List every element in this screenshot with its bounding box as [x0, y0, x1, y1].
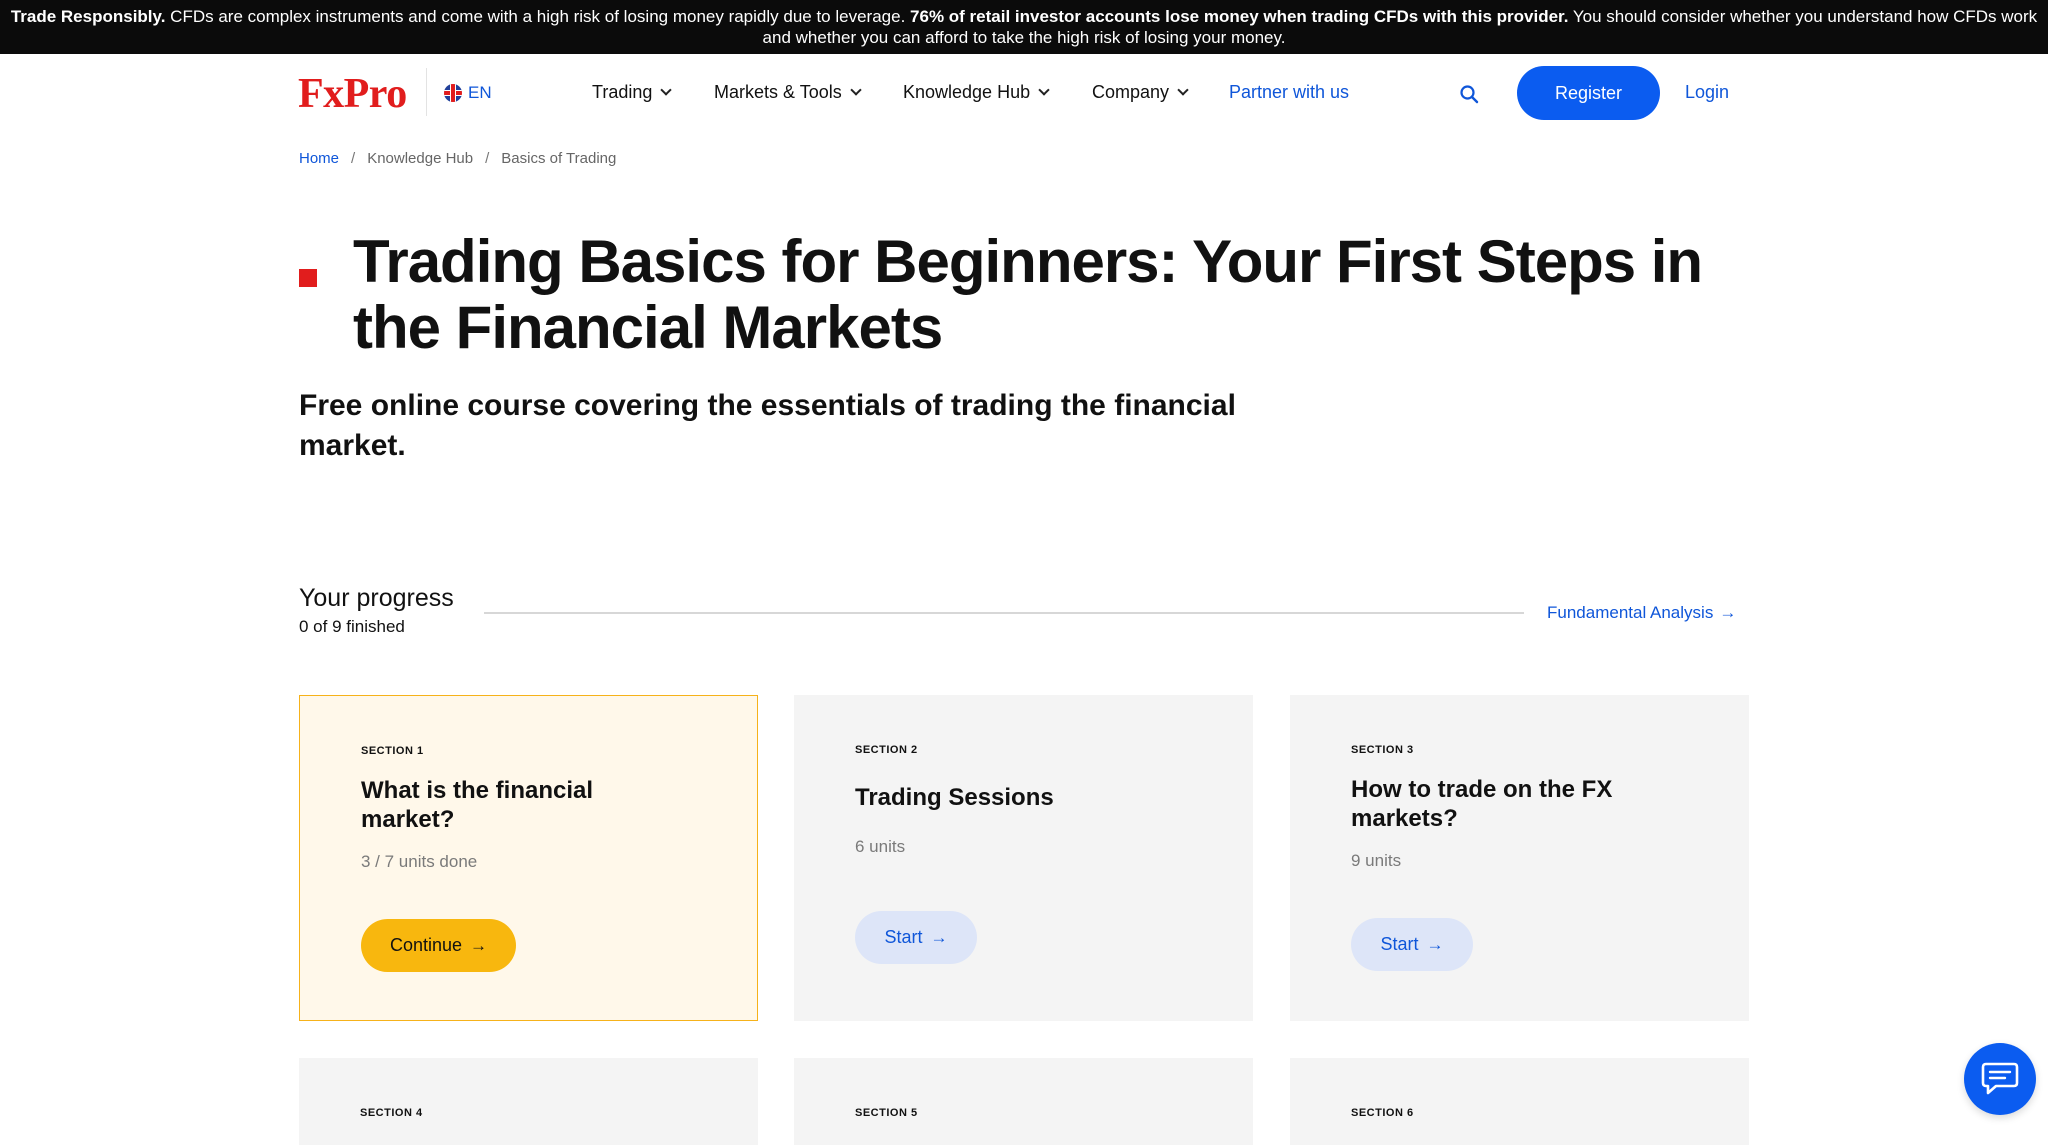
uk-flag-icon	[444, 84, 462, 102]
language-label: EN	[468, 83, 492, 102]
next-course-label: Fundamental Analysis	[1547, 603, 1714, 622]
section-card-4[interactable]: SECTION 4	[299, 1058, 758, 1145]
start-button-label: Start	[1380, 934, 1419, 954]
start-button-label: Start	[884, 927, 923, 947]
search-icon[interactable]	[1459, 84, 1479, 104]
continue-button-label: Continue	[389, 935, 463, 955]
section-label: SECTION 1	[361, 745, 424, 757]
breadcrumb-separator: /	[485, 150, 490, 167]
section-card-6[interactable]: SECTION 6	[1290, 1058, 1749, 1145]
risk-banner-text-1: CFDs are complex instruments and come wi…	[165, 7, 911, 26]
language-selector[interactable]: EN	[444, 83, 492, 103]
section-label: SECTION 3	[1351, 744, 1414, 756]
breadcrumb: Home / Knowledge Hub / Basics of Trading	[299, 150, 616, 167]
section-card-1[interactable]: SECTION 1 What is the financial market? …	[299, 695, 758, 1021]
progress-count: 0 of 9 finished	[299, 617, 405, 636]
chevron-down-icon	[1177, 84, 1189, 96]
logo-divider	[426, 68, 427, 116]
chevron-down-icon	[850, 84, 862, 96]
section-label: SECTION 2	[855, 744, 918, 756]
page-subtitle: Free online course covering the essentia…	[299, 389, 1236, 462]
breadcrumb-separator: /	[351, 150, 356, 167]
chevron-down-icon	[1038, 84, 1050, 96]
section-label: SECTION 4	[360, 1107, 423, 1119]
site-header: FxPro EN Trading Markets & Tools Knowled…	[0, 54, 2048, 130]
section-title: How to trade on the FX markets?	[1351, 776, 1613, 832]
fxpro-logo[interactable]: FxPro	[298, 70, 407, 118]
risk-warning-banner: Trade Responsibly. CFDs are complex inst…	[0, 0, 2048, 54]
section-card-2[interactable]: SECTION 2 Trading Sessions 6 units Start…	[794, 695, 1253, 1021]
page-title: Trading Basics for Beginners: Your First…	[353, 228, 1703, 361]
register-button[interactable]: Register	[1517, 66, 1660, 120]
section-title: Trading Sessions	[855, 784, 1054, 811]
chat-bubble-icon	[1981, 1062, 2019, 1095]
nav-markets-tools-label: Markets & Tools	[714, 82, 842, 102]
arrow-right-icon: →	[1426, 934, 1444, 954]
arrow-right-icon: →	[930, 927, 948, 947]
chevron-down-icon	[660, 84, 673, 96]
arrow-right-icon: →	[470, 935, 488, 955]
start-button[interactable]: Start →	[1351, 918, 1473, 971]
section-units: 3 / 7 units done	[361, 852, 478, 871]
nav-company[interactable]: Company	[1092, 82, 1189, 103]
breadcrumb-current: Basics of Trading	[501, 150, 617, 167]
nav-company-label: Company	[1092, 82, 1170, 102]
section-units: 6 units	[855, 837, 906, 856]
risk-banner-bold-1: Trade Responsibly.	[10, 7, 166, 26]
title-accent-square	[299, 269, 317, 287]
section-units: 9 units	[1351, 851, 1402, 870]
section-card-5[interactable]: SECTION 5	[794, 1058, 1253, 1145]
next-course-link[interactable]: Fundamental Analysis →	[1547, 603, 1736, 623]
risk-banner-bold-2: 76% of retail investor accounts lose mon…	[910, 7, 1569, 26]
progress-title: Your progress	[299, 584, 454, 612]
section-title: What is the financial market?	[361, 777, 594, 833]
breadcrumb-knowledge-hub[interactable]: Knowledge Hub	[367, 150, 473, 167]
nav-trading[interactable]: Trading	[592, 82, 673, 103]
breadcrumb-home[interactable]: Home	[299, 150, 339, 167]
nav-partner-with-us[interactable]: Partner with us	[1229, 82, 1349, 103]
chat-support-button[interactable]	[1964, 1043, 2036, 1115]
section-label: SECTION 6	[1351, 1107, 1414, 1119]
nav-trading-label: Trading	[592, 82, 653, 102]
start-button[interactable]: Start →	[855, 911, 977, 964]
section-label: SECTION 5	[855, 1107, 918, 1119]
progress-bar	[484, 612, 1524, 614]
nav-knowledge-hub[interactable]: Knowledge Hub	[903, 82, 1050, 103]
section-card-3[interactable]: SECTION 3 How to trade on the FX markets…	[1290, 695, 1749, 1021]
nav-knowledge-hub-label: Knowledge Hub	[903, 82, 1031, 102]
arrow-right-icon: →	[1719, 603, 1737, 622]
continue-button[interactable]: Continue →	[361, 919, 516, 972]
nav-markets-tools[interactable]: Markets & Tools	[714, 82, 862, 103]
login-link[interactable]: Login	[1685, 82, 1729, 103]
